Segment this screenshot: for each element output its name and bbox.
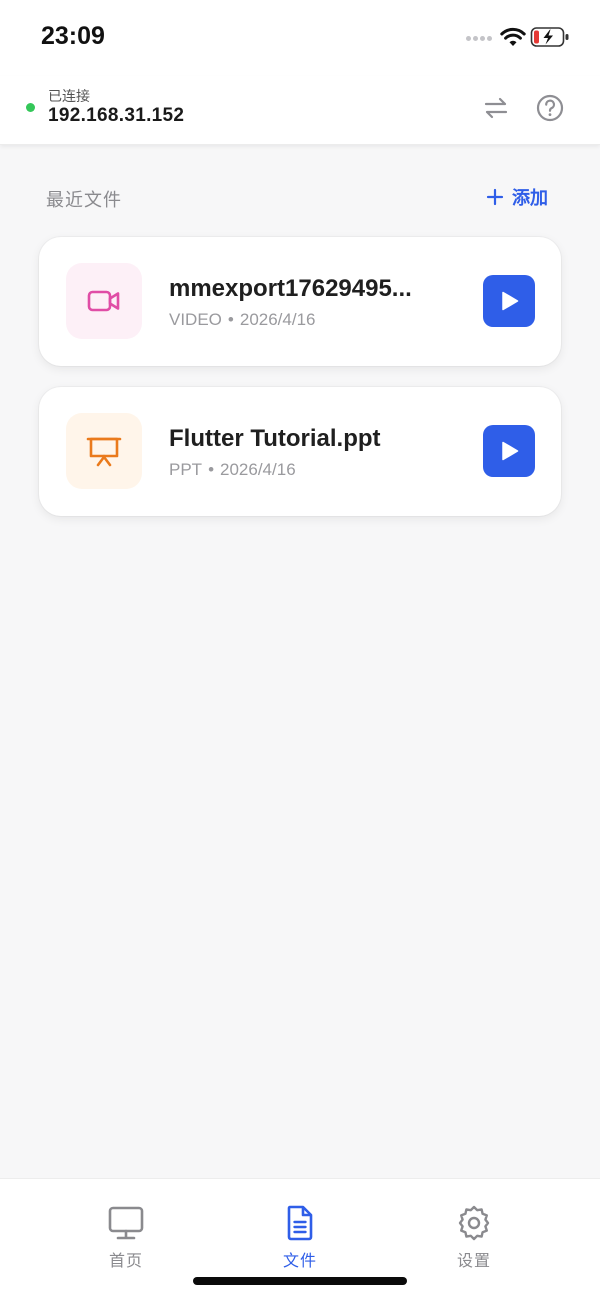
- monitor-icon: [108, 1206, 144, 1240]
- app-header: 已连接 192.168.31.152: [0, 76, 600, 145]
- device-ip-address: 192.168.31.152: [48, 105, 185, 126]
- cellular-dots-icon: [466, 36, 496, 42]
- help-icon: [536, 94, 564, 122]
- play-button[interactable]: [483, 425, 535, 477]
- nav-item-home[interactable]: 首页: [66, 1205, 186, 1275]
- plus-icon: [486, 188, 504, 206]
- play-button[interactable]: [483, 275, 535, 327]
- play-icon: [502, 291, 519, 311]
- video-camera-icon: [87, 290, 120, 312]
- file-meta: PPT • 2026/4/16: [169, 460, 296, 480]
- presentation-icon: [86, 437, 122, 467]
- swap-icon: [484, 97, 508, 119]
- document-icon: [287, 1205, 313, 1241]
- meta-separator: •: [227, 310, 234, 329]
- wifi-icon: [500, 27, 526, 46]
- connection-indicator: [26, 103, 35, 112]
- gear-icon: [458, 1205, 490, 1241]
- file-card[interactable]: mmexport17629495... VIDEO • 2026/4/16: [39, 237, 561, 366]
- file-type: PPT: [169, 460, 203, 479]
- status-icons: [466, 24, 578, 52]
- status-bar: 23:09: [0, 0, 600, 76]
- file-date: 2026/4/16: [220, 460, 296, 479]
- connection-status: 已连接: [48, 88, 90, 104]
- status-time: 23:09: [41, 22, 105, 50]
- file-thumbnail: [66, 413, 142, 489]
- nav-label: 文件: [282, 1253, 317, 1270]
- app-screen: 23:09 已连接 192.168.31.152 最近文件 添加 mmexpor…: [0, 0, 600, 1299]
- file-thumbnail: [66, 263, 142, 339]
- file-meta: VIDEO • 2026/4/16: [169, 310, 316, 330]
- nav-label: 首页: [108, 1253, 143, 1270]
- switch-device-button[interactable]: [480, 92, 512, 124]
- file-name: Flutter Tutorial.ppt: [169, 425, 381, 452]
- meta-separator: •: [208, 460, 215, 479]
- battery-charging-icon: [530, 27, 569, 47]
- recent-files-title: 最近文件: [46, 190, 122, 210]
- add-file-button[interactable]: 添加: [486, 183, 548, 211]
- file-card[interactable]: Flutter Tutorial.ppt PPT • 2026/4/16: [39, 387, 561, 516]
- nav-item-files[interactable]: 文件: [240, 1205, 360, 1275]
- file-name: mmexport17629495...: [169, 275, 412, 302]
- nav-item-settings[interactable]: 设置: [414, 1205, 534, 1275]
- file-date: 2026/4/16: [239, 310, 316, 329]
- home-indicator: [193, 1277, 407, 1285]
- nav-label: 设置: [456, 1253, 491, 1270]
- help-button[interactable]: [534, 92, 566, 124]
- file-type: VIDEO: [169, 310, 222, 329]
- play-icon: [502, 441, 519, 461]
- add-file-label: 添加: [512, 188, 548, 208]
